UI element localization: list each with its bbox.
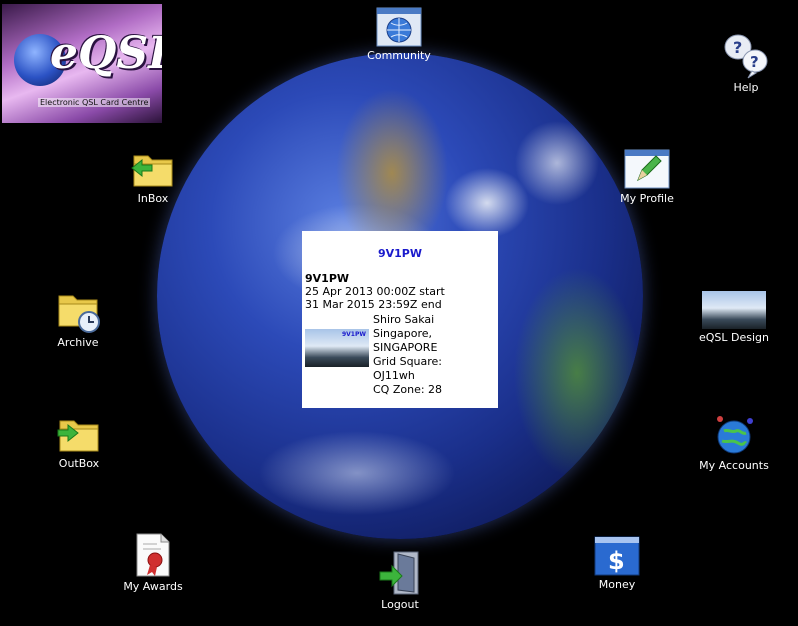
popup-start-date: 25 Apr 2013 00:00Z start — [305, 285, 445, 298]
popup-title[interactable]: 9V1PW — [305, 247, 495, 260]
svg-text:?: ? — [733, 38, 742, 57]
archive-folder-clock-icon — [58, 295, 100, 333]
community-label: Community — [367, 49, 431, 62]
my-awards-label: My Awards — [123, 580, 183, 593]
money-dollar-icon: $ — [594, 536, 640, 576]
operator-country: SINGAPORE — [373, 341, 438, 354]
help-question-icon: ? ? — [724, 34, 768, 79]
popup-details: 9V1PW Shiro Sakai Singapore, SINGAPORE G… — [305, 313, 495, 397]
grid-square-label: Grid Square: — [373, 355, 443, 368]
eqsl-design-link[interactable]: eQSL Design — [694, 291, 774, 344]
help-label: Help — [733, 81, 759, 94]
eqsl-logo[interactable]: eQSL Electronic QSL Card Centre — [2, 4, 162, 123]
my-awards-link[interactable]: My Awards — [118, 532, 188, 593]
money-label: Money — [598, 578, 636, 591]
grid-square-value: OJ11wh — [373, 369, 415, 382]
my-profile-link[interactable]: My Profile — [614, 148, 680, 205]
community-link[interactable]: Community — [362, 7, 436, 62]
globe-window-icon — [376, 7, 422, 47]
logout-link[interactable]: Logout — [374, 550, 426, 611]
logo-subtitle: Electronic QSL Card Centre — [38, 98, 151, 107]
my-accounts-label: My Accounts — [699, 459, 769, 472]
qsl-card-thumbnail[interactable]: 9V1PW — [305, 329, 369, 367]
archive-link[interactable]: Archive — [50, 290, 106, 349]
money-link[interactable]: $ Money — [592, 536, 642, 591]
profile-edit-icon — [624, 149, 670, 189]
svg-text:$: $ — [608, 547, 625, 575]
archive-label: Archive — [57, 336, 99, 349]
callsign-popup: 9V1PW 9V1PW 25 Apr 2013 00:00Z start 31 … — [302, 231, 498, 408]
popup-callsign: 9V1PW — [305, 272, 350, 285]
my-profile-label: My Profile — [620, 192, 674, 205]
operator-city: Singapore, — [373, 327, 432, 340]
operator-name: Shiro Sakai — [373, 313, 435, 326]
award-certificate-icon — [136, 533, 170, 577]
outbox-folder-icon — [57, 420, 99, 452]
outbox-label: OutBox — [58, 457, 100, 470]
popup-end-date: 31 Mar 2015 23:59Z end — [305, 298, 442, 311]
qsl-card-design-icon — [702, 291, 766, 329]
inbox-label: InBox — [137, 192, 169, 205]
inbox-link[interactable]: InBox — [124, 148, 182, 205]
svg-text:?: ? — [750, 53, 759, 71]
outbox-link[interactable]: OutBox — [50, 413, 108, 470]
accounts-globe-icon — [717, 416, 753, 454]
cq-zone: CQ Zone: 28 — [373, 383, 443, 396]
logout-label: Logout — [381, 598, 419, 611]
popup-info: Shiro Sakai Singapore, SINGAPORE Grid Sq… — [373, 313, 442, 397]
logout-door-icon — [379, 551, 419, 595]
thumbnail-label: 9V1PW — [341, 331, 366, 338]
inbox-folder-icon — [131, 155, 173, 187]
logo-text: eQSL — [50, 28, 162, 79]
help-link[interactable]: ? ? Help — [716, 33, 776, 94]
my-accounts-link[interactable]: My Accounts — [694, 411, 774, 472]
eqsl-design-label: eQSL Design — [698, 331, 769, 344]
